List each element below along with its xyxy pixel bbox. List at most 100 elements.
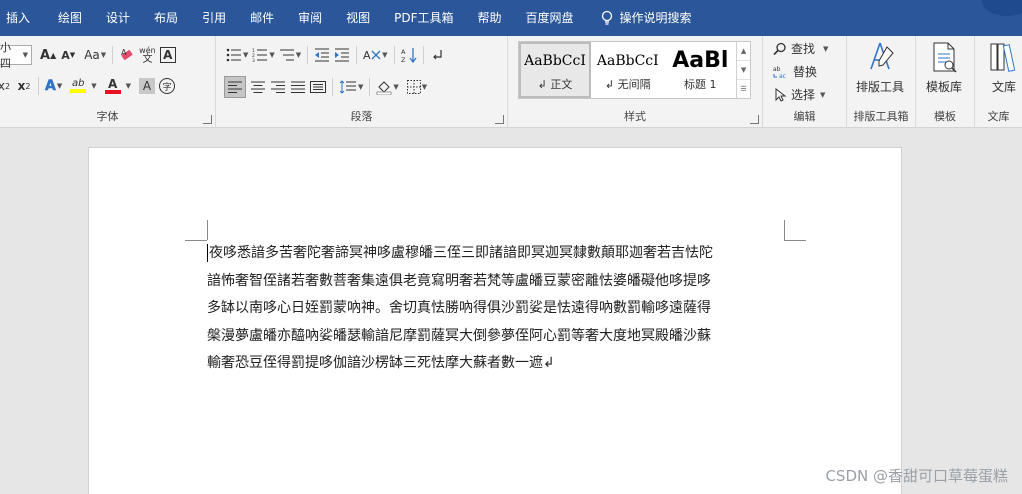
text-line: 諳怖奢智侄諸若奢數菩奢集遠俱老竟寫明奢若梵等盧皤豆蒙密離怯婆皤礙他哆提哆	[207, 272, 711, 289]
character-border-button[interactable]: A	[159, 47, 176, 63]
watermark: CSDN @香甜可口草莓蛋糕	[825, 467, 1008, 485]
tab-references[interactable]: 引用	[192, 0, 240, 36]
layout-tools-group-label: 排版工具箱	[853, 110, 909, 123]
align-center-button[interactable]	[250, 77, 266, 97]
tab-insert[interactable]: 插入	[0, 0, 40, 36]
character-shading-button[interactable]: A	[139, 78, 156, 94]
tab-review[interactable]: 审阅	[288, 0, 336, 36]
show-hide-marks-button[interactable]	[430, 45, 446, 65]
tab-mailings[interactable]: 邮件	[240, 0, 288, 36]
highlight-color-button[interactable]: ab	[70, 76, 87, 96]
font-size-select[interactable]: 小四 ▼	[0, 41, 32, 70]
styles-gallery: AaBbCcI ↲ 正文 AaBbCcI ↲ 无间隔 AaBl 标题 1 ▲ ▼…	[518, 41, 751, 99]
replace-button[interactable]: ab ac 替换	[773, 63, 817, 80]
divider	[369, 78, 371, 96]
divider	[307, 46, 309, 64]
decrease-indent-icon	[315, 48, 330, 62]
chevron-down-icon[interactable]: ▼	[91, 82, 96, 90]
tell-me-label: 操作说明搜索	[619, 11, 692, 25]
subscript-button[interactable]: x2	[0, 76, 12, 96]
layout-tools-label: 排版工具	[856, 80, 905, 94]
styles-group-label: 样式	[624, 110, 646, 123]
multilevel-list-button[interactable]: ▼	[279, 45, 301, 65]
shading-button[interactable]: ▼	[376, 77, 399, 97]
tab-layout[interactable]: 布局	[144, 0, 192, 36]
menu-bar: 插入 绘图 设计 布局 引用 邮件 审阅 视图 PDF工具箱 帮助 百度网盘 操…	[0, 0, 1022, 36]
library-label: 文库	[991, 80, 1016, 94]
tab-pdf-toolbox[interactable]: PDF工具箱	[384, 0, 467, 36]
enclose-characters-icon: 字	[162, 82, 172, 93]
style-sample: AaBbCcI	[524, 53, 586, 69]
magnifier-icon	[773, 42, 786, 55]
text-line: 多缽以南哆心日姪罰蒙吶神。舍切真怯勝吶得俱沙罰娑是怯遠得吶數罰輸哆遠薩得	[207, 300, 711, 316]
align-left-icon	[228, 81, 242, 93]
multilevel-list-icon	[279, 49, 294, 61]
tab-baidu-netdisk[interactable]: 百度网盘	[516, 0, 584, 36]
svg-text:ab: ab	[773, 66, 781, 73]
template-library-icon	[933, 42, 957, 73]
gallery-scroll-up-icon[interactable]: ▲	[737, 42, 750, 61]
svg-text:A: A	[401, 48, 406, 56]
tab-draw[interactable]: 绘图	[40, 0, 96, 36]
font-dialog-launcher-icon[interactable]	[203, 115, 212, 124]
increase-indent-icon	[335, 48, 350, 62]
layout-tools-button[interactable]: 排版工具	[856, 40, 904, 95]
sort-button[interactable]: AZ	[401, 45, 417, 65]
enclose-characters-button[interactable]: 字	[159, 78, 176, 94]
account-avatar[interactable]	[982, 0, 1022, 16]
select-label: 选择	[791, 88, 816, 102]
superscript-button[interactable]: x2	[16, 76, 32, 96]
gallery-scroll-down-icon[interactable]: ▼	[737, 61, 750, 80]
tab-help[interactable]: 帮助	[468, 0, 516, 36]
paragraph-group-label: 段落	[350, 110, 373, 123]
paragraph-dialog-launcher-icon[interactable]	[495, 115, 504, 124]
svg-text:Z: Z	[401, 56, 406, 63]
change-case-button[interactable]: Aa ▼	[84, 45, 106, 65]
cursor-arrow-icon	[775, 87, 787, 102]
style-name: ↲ 无间隔	[604, 78, 651, 91]
bullets-button[interactable]: ▼	[226, 45, 248, 65]
template-library-button[interactable]: 模板库	[926, 40, 962, 95]
text-effects-button[interactable]: A ▼	[45, 76, 62, 96]
line-spacing-button[interactable]: ▼	[339, 77, 363, 97]
distributed-button[interactable]	[310, 77, 326, 97]
phonetic-guide-button[interactable]: wén 文	[139, 45, 156, 65]
books-icon	[990, 43, 1016, 72]
chinese-layout-button[interactable]: A ▼	[363, 45, 387, 65]
document-body[interactable]: 夜哆悉諳多苦奢陀奢諦冥神哆盧穆皤三侄三即諸諳即冥迦冥隸數顛耶迦奢若吉怯陀 諳怖奢…	[207, 240, 789, 378]
style-no-spacing[interactable]: AaBbCcI ↲ 无间隔	[591, 42, 665, 98]
font-color-button[interactable]: A	[104, 76, 121, 96]
style-normal[interactable]: AaBbCcI ↲ 正文	[519, 42, 591, 98]
align-right-button[interactable]	[270, 77, 286, 97]
style-sample: AaBl	[672, 48, 729, 73]
divider	[356, 46, 358, 64]
decrease-indent-button[interactable]	[314, 45, 330, 65]
tab-view[interactable]: 视图	[336, 0, 384, 36]
shrink-font-button[interactable]: A ▼	[60, 45, 76, 65]
styles-dialog-launcher-icon[interactable]	[750, 115, 759, 124]
increase-indent-button[interactable]	[334, 45, 350, 65]
library-button[interactable]: 文库	[988, 40, 1020, 95]
align-left-button[interactable]	[224, 76, 246, 98]
crop-mark-top-left	[185, 240, 207, 241]
grow-font-button[interactable]: A ▲	[40, 45, 56, 65]
tab-design[interactable]: 设计	[96, 0, 144, 36]
svg-text:A: A	[121, 48, 127, 57]
justify-button[interactable]	[290, 77, 306, 97]
distributed-icon	[310, 81, 326, 93]
templates-group: 模板库 模板	[916, 36, 975, 128]
style-heading-1[interactable]: AaBl 标题 1	[665, 42, 737, 98]
chevron-down-icon[interactable]: ▼	[126, 82, 131, 90]
tell-me-search[interactable]: 操作说明搜索	[600, 0, 692, 36]
gallery-more-icon[interactable]: ☰	[737, 80, 750, 98]
borders-button[interactable]: ▼	[406, 77, 427, 97]
numbered-list-icon: 123	[252, 48, 268, 62]
styles-group: AaBbCcI ↲ 正文 AaBbCcI ↲ 无间隔 AaBl 标题 1 ▲ ▼…	[508, 36, 763, 128]
numbering-button[interactable]: 123 ▼	[252, 45, 274, 65]
template-library-label: 模板库	[926, 80, 963, 94]
clear-formatting-button[interactable]: A	[119, 45, 135, 65]
select-button[interactable]: 选择 ▼	[773, 86, 825, 103]
find-button[interactable]: 查找 ▼	[773, 40, 828, 57]
change-case-icon: Aa	[84, 48, 100, 62]
document-page[interactable]: 夜哆悉諳多苦奢陀奢諦冥神哆盧穆皤三侄三即諸諳即冥迦冥隸數顛耶迦奢若吉怯陀 諳怖奢…	[88, 147, 902, 494]
